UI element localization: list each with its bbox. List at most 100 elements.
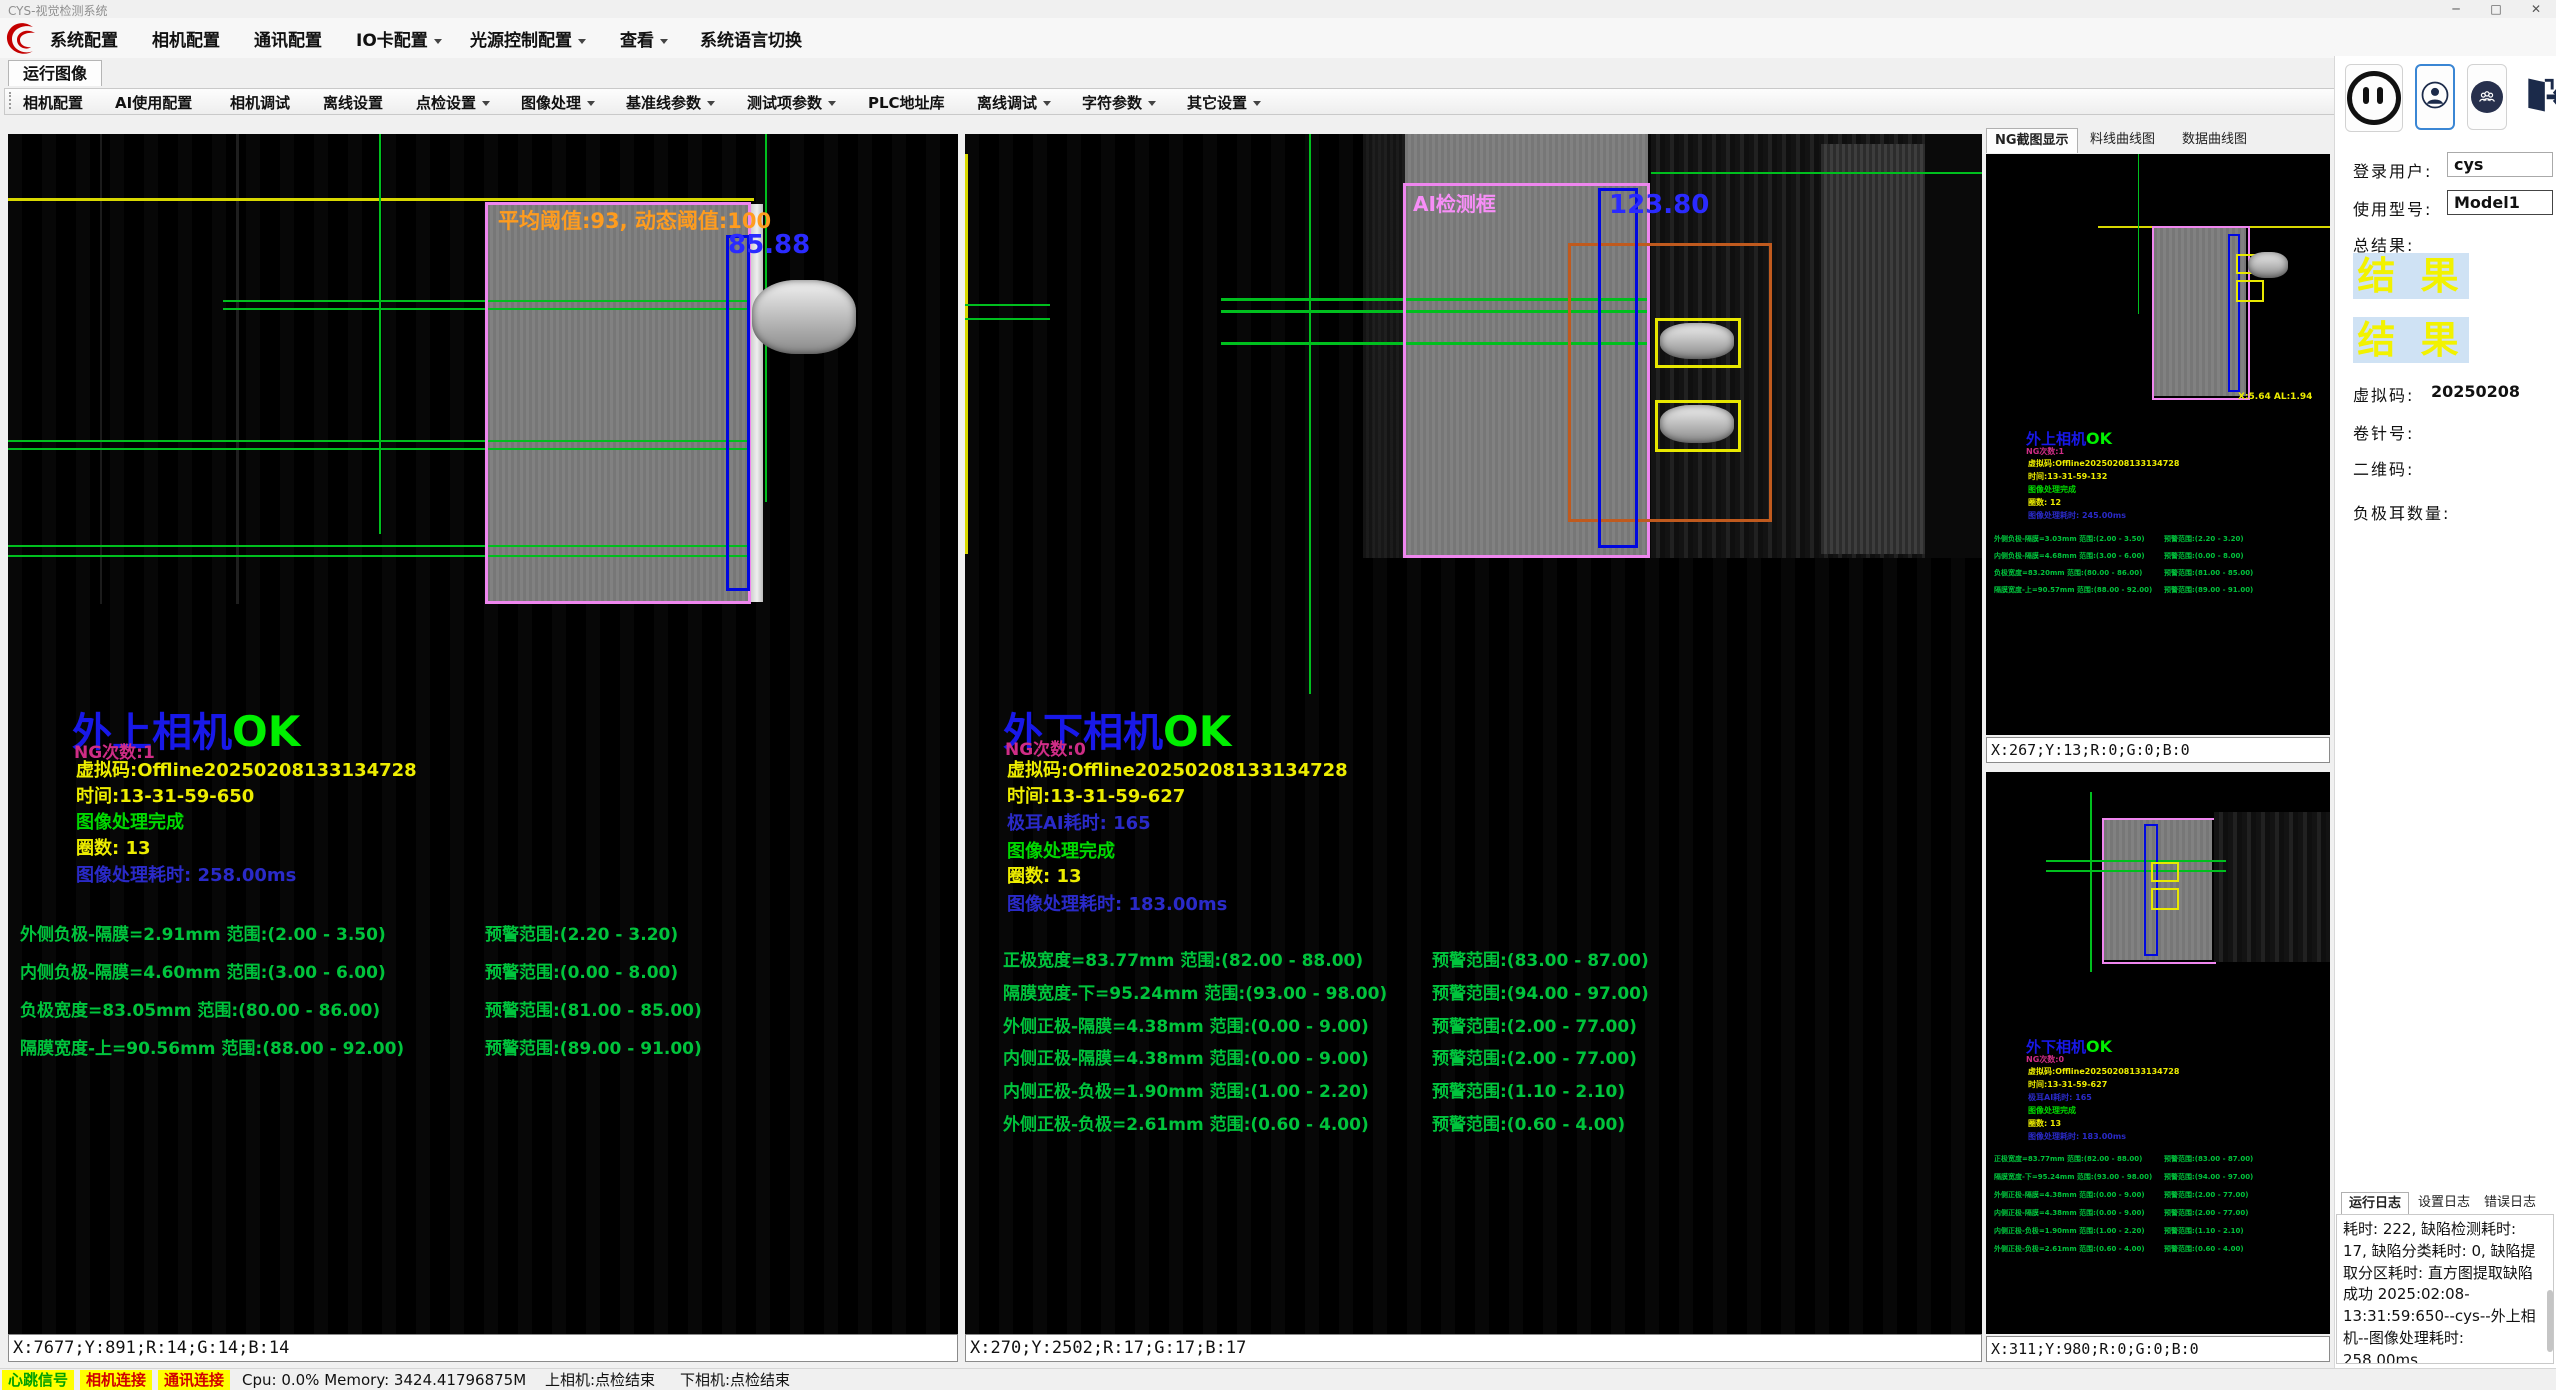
exit-button[interactable] (2519, 64, 2556, 130)
menu-iocard-config[interactable]: IO卡配置 (356, 26, 442, 51)
measure-text: 外侧正极-负极=2.61mm 范围:(0.60 - 4.00) (1003, 1110, 1369, 1135)
guide-line (965, 304, 1050, 306)
virtual-code-line: 虚拟码:Offline20250208133134728 (76, 756, 417, 782)
tool-label: AI使用配置 (115, 94, 192, 112)
menu-system-config[interactable]: 系统配置 (50, 26, 118, 51)
tool-offline-debug[interactable]: 离线调试 (977, 92, 1051, 113)
toolbar-grip-handle[interactable] (9, 92, 14, 109)
measure-text: 外侧正极-隔膜=4.38mm 范围:(0.00 - 9.00) (1994, 1190, 2145, 1200)
tab-error-log[interactable]: 错误日志 (2477, 1192, 2543, 1214)
measurement-row: 正极宽度=83.77mm 范围:(82.00 - 88.00)预警范围:(83.… (965, 946, 1982, 968)
log-scrollbar[interactable] (2547, 1290, 2553, 1352)
menu-camera-config[interactable]: 相机配置 (152, 26, 220, 51)
virtual-code-label: 虚拟码: (2353, 382, 2414, 406)
camera-view-lower[interactable]: AI检测框 123.80 外下相机OK NG次数:0 虚拟码:Offline20… (965, 134, 1982, 1334)
camera-view-upper[interactable]: 平均阈值:93, 动态阈值:100 85.88 外上相机OK NG次数:1 虚拟… (8, 134, 958, 1334)
time-line: 时间:13-31-59-627 (1007, 782, 1185, 808)
warn-text: 预警范围:(94.00 - 97.00) (1432, 979, 1649, 1004)
measure-rect-blue (1598, 188, 1638, 548)
tab-blob (1660, 323, 1734, 359)
baseline-yellow (8, 198, 754, 201)
elapsed-line: 图像处理耗时: 245.00ms (2028, 510, 2126, 521)
tool-spotcheck-setting[interactable]: 点检设置 (416, 92, 490, 113)
chevron-down-icon (660, 39, 668, 44)
user-button[interactable] (2415, 64, 2455, 130)
measurement-row: 隔膜宽度-上=90.57mm 范围:(88.00 - 92.00)预警范围:(8… (1986, 585, 2330, 595)
measure-text: 内侧正极-负极=1.90mm 范围:(1.00 - 2.20) (1003, 1077, 1369, 1102)
process-done-line: 图像处理完成 (76, 808, 184, 834)
tool-other-settings[interactable]: 其它设置 (1187, 92, 1261, 113)
warn-text: 预警范围:(83.00 - 87.00) (2164, 1154, 2253, 1164)
tab-data-curve[interactable]: 数据曲线图 (2174, 128, 2255, 152)
guide-line-vertical (379, 134, 381, 534)
minimize-button[interactable]: ─ (2436, 0, 2476, 18)
ng-thumbnail-lower[interactable]: 外下相机OK NG次数:0 虚拟码:Offline202502081331347… (1986, 772, 2330, 1334)
menu-view[interactable]: 查看 (620, 26, 668, 51)
app-logo-icon (4, 20, 40, 56)
tab-material-curve[interactable]: 料线曲线图 (2082, 128, 2163, 152)
tool-offline-setting[interactable]: 离线设置 (323, 92, 383, 113)
tool-camera-config[interactable]: 相机配置 (23, 92, 83, 113)
tab-run-log[interactable]: 运行日志 (2341, 1192, 2409, 1215)
tool-baseline-params[interactable]: 基准线参数 (626, 92, 715, 113)
film-edge-highlight (751, 204, 763, 602)
time-line: 时间:13-31-59-627 (2028, 1079, 2107, 1090)
measure-text: 正极宽度=83.77mm 范围:(82.00 - 88.00) (1994, 1154, 2142, 1164)
result-box-upper: 结 果 (2353, 253, 2469, 299)
comm-link-badge: 通讯连接 (158, 1370, 230, 1390)
menu-language-switch[interactable]: 系统语言切换 (700, 26, 802, 51)
tool-label: 相机调试 (230, 94, 290, 112)
measurement-row: 外侧正极-隔膜=4.38mm 范围:(0.00 - 9.00) 预警范围:(2.0… (1986, 1190, 2330, 1200)
warn-text: 预警范围:(2.00 - 77.00) (2164, 1190, 2248, 1200)
tab-setting-log[interactable]: 设置日志 (2411, 1192, 2477, 1214)
warn-text: 预警范围:(2.20 - 3.20) (2164, 534, 2244, 544)
measurement-row: 内侧负极-隔膜=4.60mm 范围:(3.00 - 6.00)预警范围:(0.0… (8, 958, 958, 980)
time-line: 时间:13-31-59-650 (76, 782, 254, 808)
chevron-down-icon (578, 39, 586, 44)
login-user-value[interactable]: cys (2447, 152, 2553, 177)
result-ok: OK (1163, 707, 1231, 756)
ng-upper-coords: X:267;Y:13;R:0;G:0;B:0 (1986, 737, 2330, 763)
measurement-row: 内侧正极-负极=1.90mm 范围:(1.00 - 2.20)预警范围:(1.1… (965, 1077, 1982, 1099)
measure-text: 负极宽度=83.20mm 范围:(80.00 - 86.00) (1994, 568, 2142, 578)
tool-camera-debug[interactable]: 相机调试 (230, 92, 290, 113)
guide-line (2046, 870, 2226, 872)
warn-text: 预警范围:(2.20 - 3.20) (485, 920, 678, 945)
measurement-row: 隔膜宽度-下=95.24mm 范围:(93.00 - 98.00)预警范围:(9… (1986, 1172, 2330, 1182)
tool-label: 相机配置 (23, 94, 83, 112)
tool-char-params[interactable]: 字符参数 (1082, 92, 1156, 113)
warn-text: 预警范围:(81.00 - 85.00) (485, 996, 702, 1021)
pause-button[interactable] (2345, 64, 2403, 132)
model-value[interactable]: Model1 (2447, 190, 2553, 215)
tab-run-image[interactable]: 运行图像 (8, 60, 102, 86)
ai-detect-label: AI检测框 (1413, 188, 1496, 217)
guide-line-vertical (2138, 154, 2139, 314)
maximize-button[interactable]: □ (2476, 0, 2516, 18)
tool-image-process[interactable]: 图像处理 (521, 92, 595, 113)
metal-roll-region (2214, 812, 2330, 962)
image-streak (236, 134, 239, 604)
process-done-line: 图像处理完成 (2028, 1105, 2076, 1116)
process-done-line: 图像处理完成 (1007, 837, 1115, 863)
tool-ai-use-config[interactable]: AI使用配置 (115, 92, 192, 113)
close-button[interactable]: ✕ (2516, 0, 2556, 18)
lower-camera-coords: X:270;Y:2502;R:17;G:17;B:17 (965, 1334, 1982, 1362)
menu-light-config[interactable]: 光源控制配置 (470, 26, 586, 51)
measure-text: 隔膜宽度-下=95.24mm 范围:(93.00 - 98.00) (1994, 1172, 2152, 1182)
measure-text: 隔膜宽度-下=95.24mm 范围:(93.00 - 98.00) (1003, 979, 1387, 1004)
user-group-button[interactable] (2467, 64, 2507, 130)
ai-elapsed-line: 极耳AI耗时: 165 (2028, 1092, 2092, 1103)
ng-count: NG次数:1 (2026, 446, 2064, 457)
measure-text: 内侧正极-负极=1.90mm 范围:(1.00 - 2.20) (1994, 1226, 2145, 1236)
lower-camera-status: 下相机:点检结束 (680, 1370, 790, 1390)
measurement-row: 外侧正极-负极=2.61mm 范围:(0.60 - 4.00)预警范围:(0.6… (965, 1110, 1982, 1132)
status-bar: 心跳信号 相机连接 通讯连接 Cpu: 0.0% Memory: 3424.41… (0, 1368, 2556, 1390)
tool-testitem-params[interactable]: 测试项参数 (747, 92, 836, 113)
ng-thumbnail-upper[interactable]: X:5.64 AL:1.94 外上相机OK NG次数:1 虚拟码:Offline… (1986, 154, 2330, 735)
image-dark-edge (1925, 134, 1982, 558)
menu-comm-config[interactable]: 通讯配置 (254, 26, 322, 51)
tab-ng-screenshot[interactable]: NG截图显示 (1986, 128, 2078, 153)
measure-text: 外侧正极-负极=2.61mm 范围:(0.60 - 4.00) (1994, 1244, 2145, 1254)
tool-plc-address[interactable]: PLC地址库 (868, 92, 945, 113)
process-done-line: 图像处理完成 (2028, 484, 2076, 495)
